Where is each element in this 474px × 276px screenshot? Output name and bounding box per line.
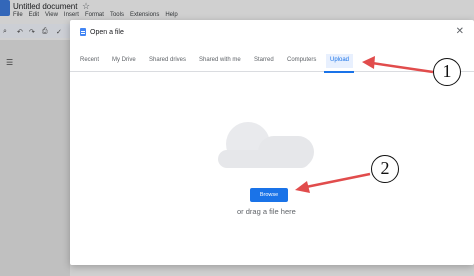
- arrow-2-line: [305, 172, 371, 189]
- marker-1: 1: [433, 58, 461, 86]
- arrow-1-line: [371, 61, 434, 74]
- arrow-1-head: [362, 56, 375, 69]
- arrow-2-head: [295, 181, 310, 193]
- annotation-arrows: [295, 56, 434, 193]
- marker-2: 2: [371, 155, 399, 183]
